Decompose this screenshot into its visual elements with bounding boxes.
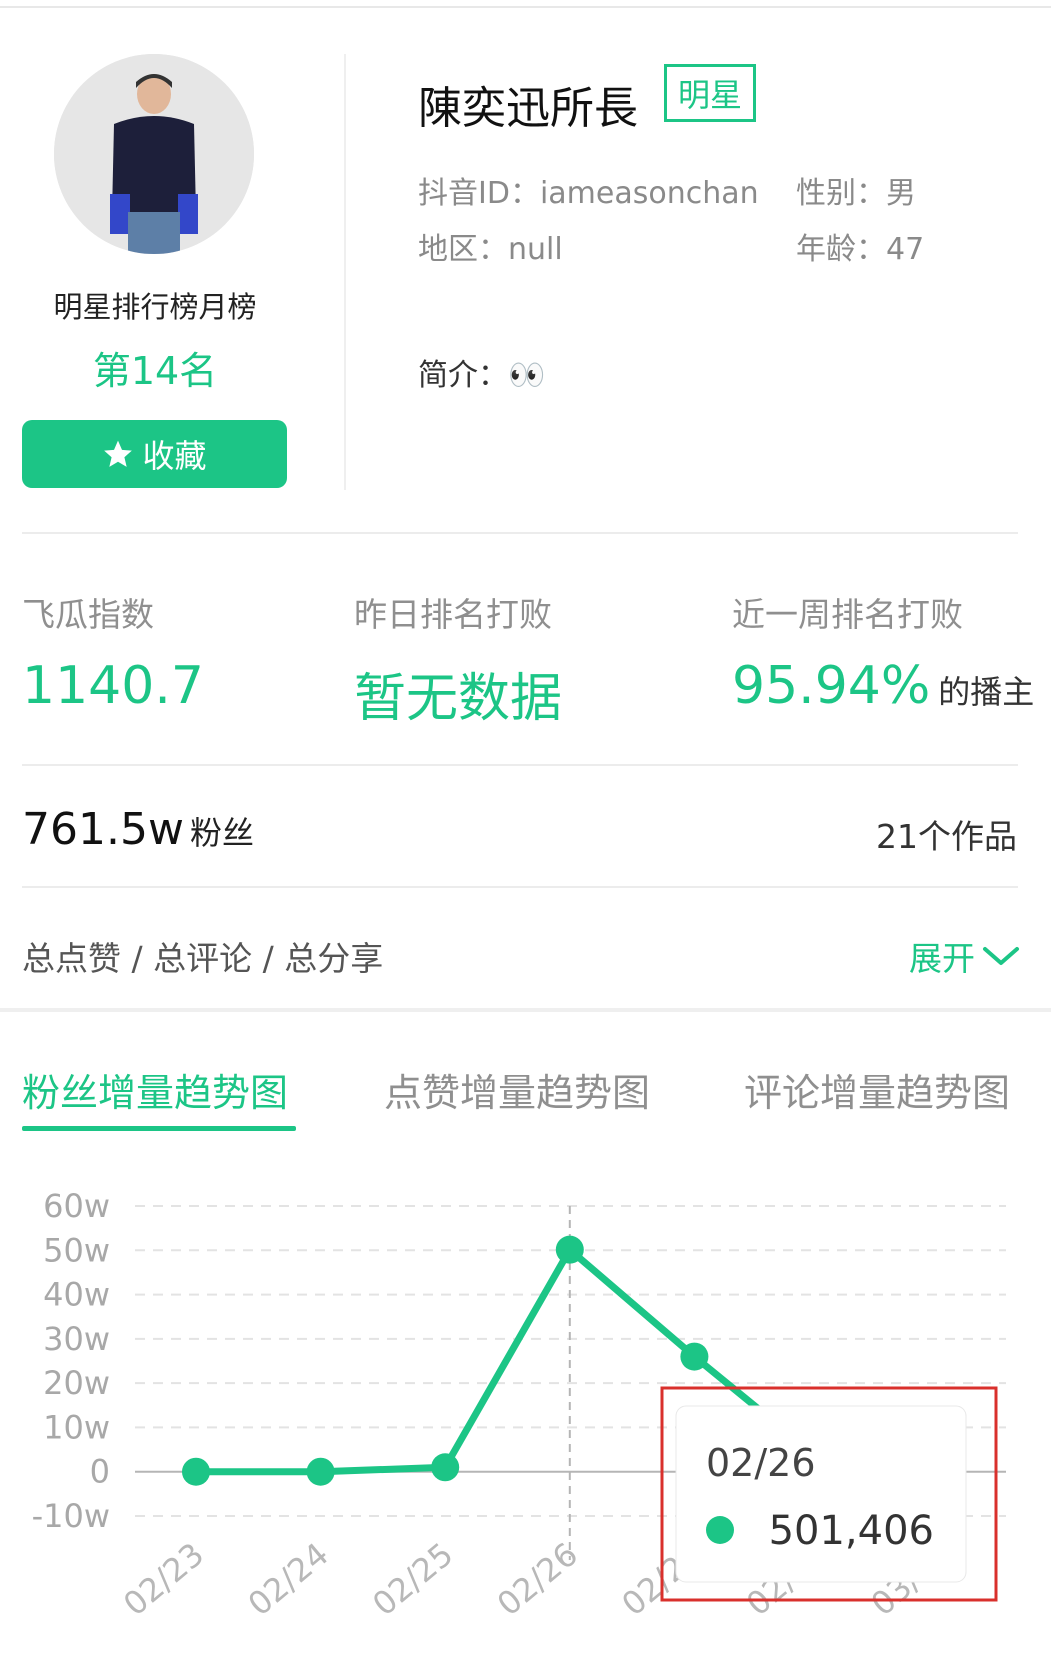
stat-value-yesterday: 暂无数据 [354,669,563,729]
data-point [431,1453,460,1482]
totals-label: 总点赞 / 总评论 / 总分享 [22,939,384,978]
stat-label-yesterday: 昨日排名打败 [354,595,552,634]
data-point [680,1342,709,1371]
stat-label-week: 近一周排名打败 [732,595,963,634]
fans-trend-chart[interactable]: 60w 50w 40w 30w 20w 10w 0 -10w02/23 02/24 02/25 02… [0,1150,1051,1650]
x-tick-label: 02/24 [241,1535,336,1623]
x-tick-label: 02/25 [365,1535,460,1623]
douyin-id: 抖音ID：iameasonchan [418,176,759,211]
rank-board-label: 明星排行榜月榜 [53,290,257,324]
stat-value-index: 1140.7 [22,656,204,716]
y-tick-label: 50w [43,1231,110,1269]
tooltip-marker [706,1516,734,1544]
rank-value: 第14名 [92,349,218,393]
category-tag: 明星 [664,64,756,122]
y-tick-label: 10w [43,1408,110,1446]
works-count: 21个作品 [876,817,1017,856]
week-suffix: 的播主 [938,673,1035,711]
tab-fans-trend[interactable]: 粉丝增量趋势图 [22,1062,288,1117]
week-percent: 95.94% [732,656,931,716]
intro-label: 简介： [418,358,508,393]
y-tick-label: 0 [90,1453,110,1491]
data-point [555,1235,584,1264]
x-tick-label: 02/23 [116,1535,211,1623]
stat-label-index: 飞瓜指数 [22,595,154,634]
star-icon [104,440,133,467]
data-point [182,1457,210,1486]
favorite-button[interactable]: 收藏 [22,420,287,488]
gender: 性别：男 [796,176,916,211]
expand-label: 展开 [909,939,975,978]
top-divider [0,6,1051,8]
fans-label: 粉丝 [189,814,254,852]
column-divider [344,54,346,490]
age: 年龄：47 [796,232,925,267]
divider [22,764,1018,766]
y-tick-label: 40w [43,1276,110,1314]
data-point [306,1457,335,1486]
y-tick-label: 30w [43,1320,110,1358]
y-tick-label: 20w [43,1364,110,1402]
tooltip-value: 501,406 [769,1508,934,1554]
tab-likes-trend[interactable]: 点赞增量趋势图 [384,1062,650,1117]
tooltip-card [675,1405,967,1583]
y-tick-label: 60w [43,1187,110,1225]
expand-button[interactable]: 展开 [909,932,1021,980]
tab-comments-trend[interactable]: 评论增量趋势图 [744,1062,1010,1117]
intro: 简介：👀 [418,350,545,394]
tooltip-date: 02/26 [706,1441,816,1485]
region: 地区：null [418,232,563,267]
fans-count: 761.5w 粉丝 [22,804,254,855]
divider [22,532,1018,534]
eyes-emoji: 👀 [508,358,546,393]
stat-value-week: 95.94% 的播主 [732,656,1034,716]
section-divider [0,1008,1051,1012]
profile-name: 陳奕迅所長 [418,83,638,134]
avatar [54,54,254,254]
divider [22,886,1018,888]
y-tick-label: -10w [32,1497,110,1535]
favorite-label: 收藏 [142,437,207,475]
fans-value: 761.5w [22,804,184,855]
active-tab-indicator [22,1126,296,1131]
chevron-down-icon [983,947,1019,965]
